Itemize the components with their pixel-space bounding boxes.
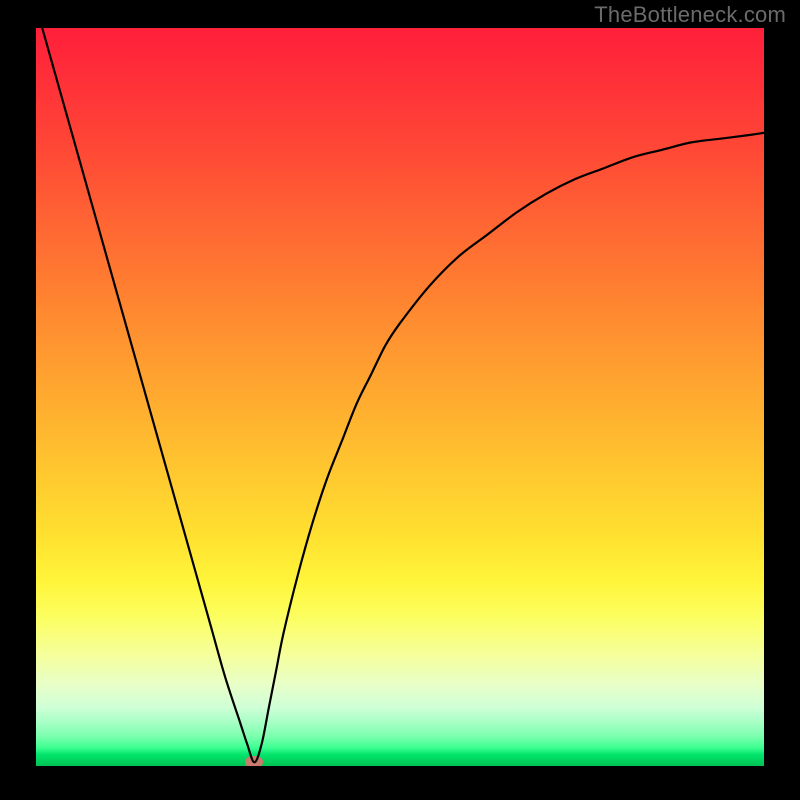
curve-path [36, 28, 764, 762]
chart-container: TheBottleneck.com [0, 0, 800, 800]
plot-area [36, 28, 764, 766]
watermark-text: TheBottleneck.com [594, 2, 786, 28]
bottleneck-curve [36, 28, 764, 766]
